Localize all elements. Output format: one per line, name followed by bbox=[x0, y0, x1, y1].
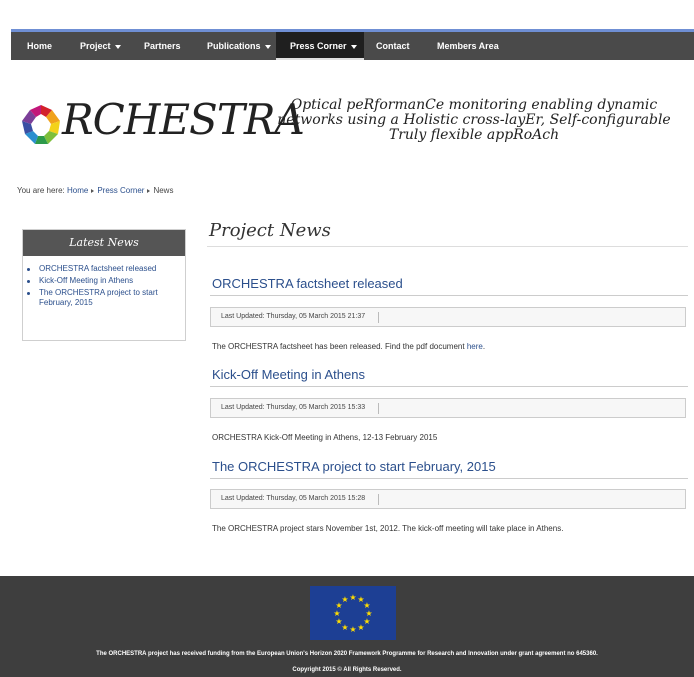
article-updated: Last Updated: Thursday, 05 March 2015 15… bbox=[221, 404, 366, 411]
nav-contact-label: Contact bbox=[376, 41, 410, 51]
article-title[interactable]: Kick-Off Meeting in Athens bbox=[212, 367, 365, 382]
svg-text:★: ★ bbox=[349, 593, 356, 602]
divider bbox=[378, 494, 379, 505]
breadcrumb-arrow-icon bbox=[91, 188, 95, 193]
latest-news-title: Latest News bbox=[23, 230, 185, 256]
latest-news-item[interactable]: The ORCHESTRA project to start February,… bbox=[27, 288, 185, 308]
breadcrumb: You are here: Home Press Corner News bbox=[17, 186, 173, 195]
eu-flag-icon: ★ ★ ★ ★ ★ ★ ★ ★ ★ ★ ★ ★ bbox=[310, 586, 396, 640]
article-meta: Last Updated: Thursday, 05 March 2015 21… bbox=[210, 307, 686, 327]
breadcrumb-arrow-icon bbox=[147, 188, 151, 193]
nav-contact[interactable]: Contact bbox=[376, 32, 410, 60]
pdf-link[interactable]: here bbox=[467, 342, 483, 351]
nav-home[interactable]: Home bbox=[27, 32, 52, 60]
article-body-tail: . bbox=[482, 342, 486, 351]
divider bbox=[210, 386, 688, 387]
chevron-down-icon bbox=[264, 44, 271, 49]
chevron-down-icon bbox=[114, 44, 121, 49]
divider bbox=[207, 246, 688, 247]
latest-news-item[interactable]: Kick-Off Meeting in Athens bbox=[27, 276, 185, 286]
nav-publications[interactable]: Publications bbox=[207, 32, 271, 60]
page-title: Project News bbox=[209, 220, 331, 241]
latest-news-item[interactable]: ORCHESTRA factsheet released bbox=[27, 264, 185, 274]
article-updated: Last Updated: Thursday, 05 March 2015 21… bbox=[221, 313, 366, 320]
site-tagline: Optical peRformanCe monitoring enabling … bbox=[277, 97, 671, 143]
svg-text:★: ★ bbox=[349, 625, 356, 634]
article-body: The ORCHESTRA project stars November 1st… bbox=[212, 524, 564, 533]
breadcrumb-current: News bbox=[153, 186, 174, 195]
divider bbox=[378, 312, 379, 323]
article-title[interactable]: The ORCHESTRA project to start February,… bbox=[212, 459, 496, 474]
svg-text:★: ★ bbox=[333, 609, 340, 618]
nav-project-label: Project bbox=[80, 41, 111, 51]
divider bbox=[210, 295, 688, 296]
breadcrumb-press-corner[interactable]: Press Corner bbox=[97, 186, 144, 195]
breadcrumb-prefix: You are here: bbox=[17, 186, 65, 195]
article-body: ORCHESTRA Kick-Off Meeting in Athens, 12… bbox=[212, 433, 438, 442]
nav-members-area[interactable]: Members Area bbox=[437, 32, 499, 60]
article-body-text: The ORCHESTRA factsheet has been release… bbox=[212, 342, 465, 351]
nav-press-corner[interactable]: Press Corner bbox=[276, 32, 364, 60]
article-body: The ORCHESTRA factsheet has been release… bbox=[212, 342, 485, 351]
nav-project[interactable]: Project bbox=[80, 32, 121, 60]
chevron-down-icon bbox=[350, 44, 357, 49]
footer: ★ ★ ★ ★ ★ ★ ★ ★ ★ ★ ★ ★ The ORCHESTRA pr… bbox=[0, 576, 694, 677]
svg-text:★: ★ bbox=[335, 617, 342, 626]
eu-stars-icon: ★ ★ ★ ★ ★ ★ ★ ★ ★ ★ ★ ★ bbox=[333, 593, 372, 634]
latest-news-module: Latest News ORCHESTRA factsheet released… bbox=[22, 229, 186, 341]
article-updated: Last Updated: Thursday, 05 March 2015 15… bbox=[221, 495, 366, 502]
svg-text:★: ★ bbox=[341, 595, 348, 604]
orchestra-logo-icon bbox=[22, 105, 60, 144]
breadcrumb-home[interactable]: Home bbox=[67, 186, 88, 195]
nav-members-area-label: Members Area bbox=[437, 41, 499, 51]
svg-text:★: ★ bbox=[357, 623, 364, 632]
copyright: Copyright 2015 © All Rights Reserved. bbox=[292, 667, 402, 673]
divider bbox=[378, 403, 379, 414]
nav-home-label: Home bbox=[27, 41, 53, 51]
divider bbox=[210, 478, 688, 479]
latest-news-list: ORCHESTRA factsheet released Kick-Off Me… bbox=[23, 264, 185, 308]
article-title[interactable]: ORCHESTRA factsheet released bbox=[212, 276, 403, 291]
nav-publications-label: Publications bbox=[207, 41, 261, 51]
article-meta: Last Updated: Thursday, 05 March 2015 15… bbox=[210, 398, 686, 418]
nav-partners-label: Partners bbox=[144, 41, 181, 51]
nav-partners[interactable]: Partners bbox=[144, 32, 181, 60]
nav-press-corner-label: Press Corner bbox=[290, 41, 347, 51]
main-nav: Home Project Partners Publications Press… bbox=[11, 29, 694, 60]
funding-statement: The ORCHESTRA project has received fundi… bbox=[96, 651, 598, 657]
article-meta: Last Updated: Thursday, 05 March 2015 15… bbox=[210, 489, 686, 509]
